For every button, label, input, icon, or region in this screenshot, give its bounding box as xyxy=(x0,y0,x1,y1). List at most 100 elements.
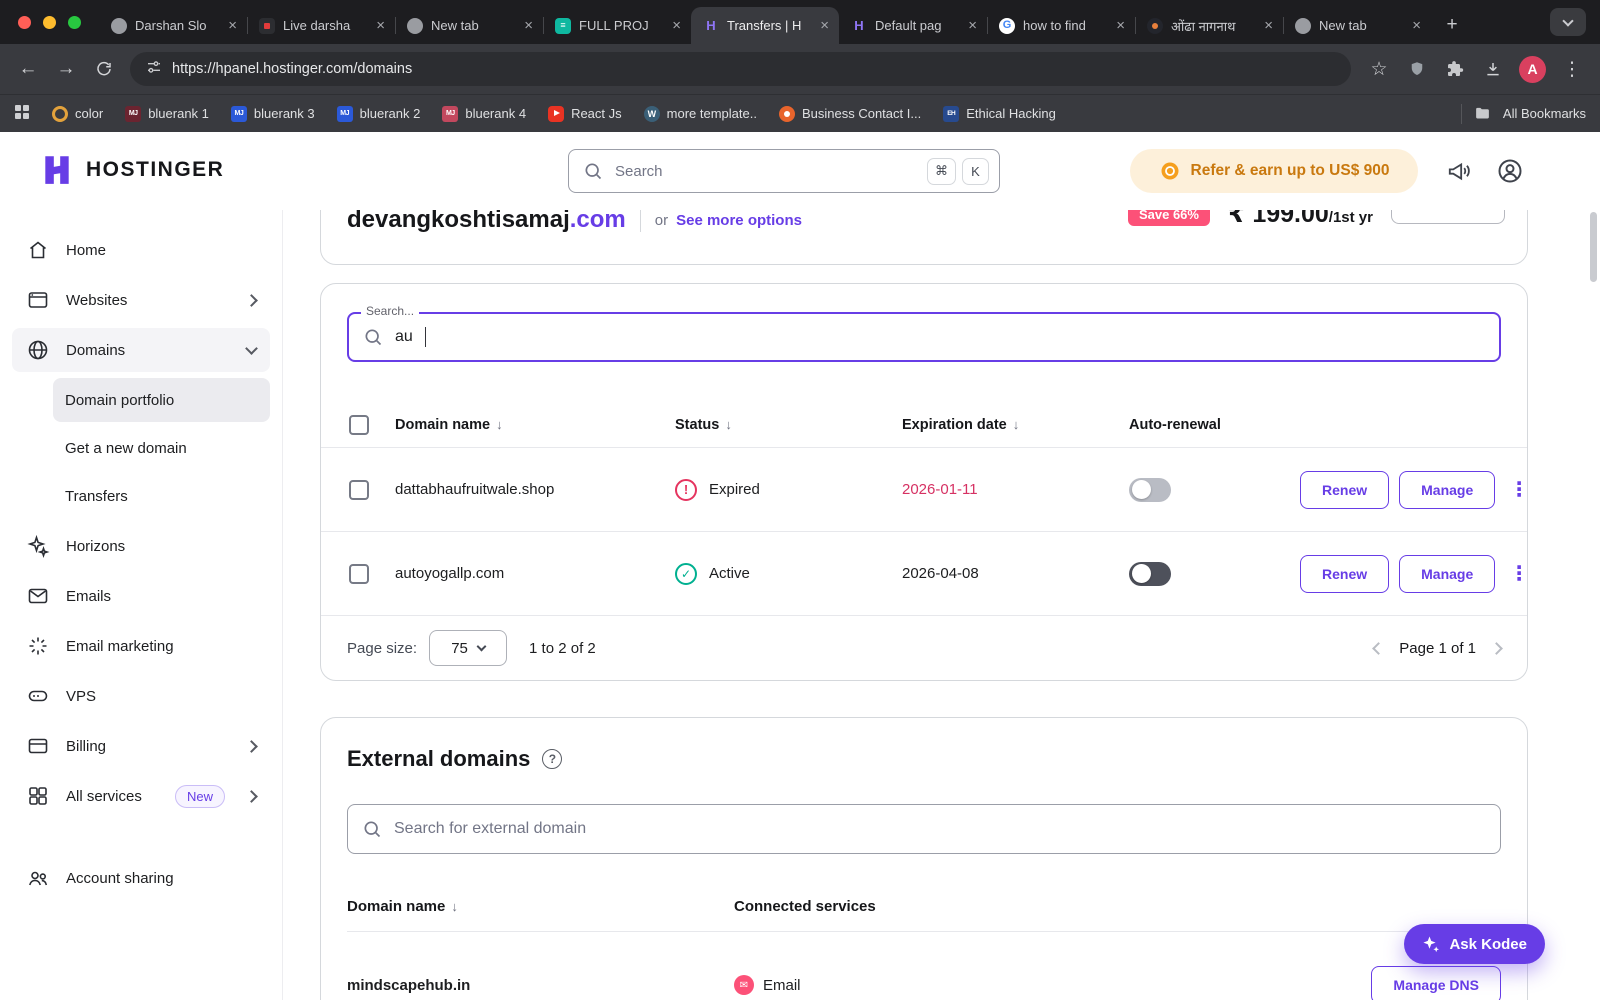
sidebar-item-horizons[interactable]: Horizons xyxy=(12,524,270,568)
screen: Darshan Slo × Live darsha × New tab × ≡ … xyxy=(0,0,1600,1000)
bookmark-business-contact[interactable]: Business Contact I... xyxy=(779,106,921,122)
tab-default-page[interactable]: H Default pag × xyxy=(839,7,987,44)
ask-kodee-label: Ask Kodee xyxy=(1449,936,1527,953)
tab-search-button[interactable] xyxy=(1550,8,1586,36)
back-button[interactable]: ← xyxy=(10,51,46,87)
page-size-select[interactable]: 75 xyxy=(429,630,507,666)
auto-renewal-toggle[interactable] xyxy=(1129,478,1171,502)
bookmark-ethical-hacking[interactable]: EH Ethical Hacking xyxy=(943,106,1056,122)
bookmark-bluerank-4[interactable]: MJ bluerank 4 xyxy=(442,106,526,122)
select-all-checkbox[interactable] xyxy=(349,415,369,435)
tab-close-icon[interactable]: × xyxy=(1262,17,1275,34)
hostinger-logo[interactable]: HOSTINGER xyxy=(40,153,224,187)
browser-menu-icon[interactable]: ⋮ xyxy=(1554,51,1590,87)
bookmark-react-js[interactable]: React Js xyxy=(548,106,622,122)
ask-kodee-button[interactable]: Ask Kodee xyxy=(1404,924,1545,964)
tab-title: Live darsha xyxy=(283,18,366,33)
tab-close-icon[interactable]: × xyxy=(1410,17,1423,34)
manage-dns-button[interactable]: Manage DNS xyxy=(1371,966,1501,1000)
tab-live-darshan[interactable]: Live darsha × xyxy=(247,7,395,44)
tab-close-icon[interactable]: × xyxy=(1114,17,1127,34)
tab-close-icon[interactable]: × xyxy=(670,17,683,34)
forward-button[interactable]: → xyxy=(48,51,84,87)
chevron-down-icon xyxy=(245,342,258,355)
tab-close-icon[interactable]: × xyxy=(818,17,831,34)
renew-button[interactable]: Renew xyxy=(1300,471,1389,509)
sidebar-item-label: Get a new domain xyxy=(65,440,187,457)
window-minimize-button[interactable] xyxy=(43,16,56,29)
tab-close-icon[interactable]: × xyxy=(522,17,535,34)
shield-extension-icon[interactable] xyxy=(1399,51,1435,87)
bookmark-bluerank-1[interactable]: MJ bluerank 1 xyxy=(125,106,209,122)
tab-new-tab-2[interactable]: New tab × xyxy=(1283,7,1431,44)
bookmark-star-icon[interactable]: ☆ xyxy=(1361,51,1397,87)
next-page-icon[interactable] xyxy=(1490,642,1503,655)
email-service-icon: ✉ xyxy=(734,975,754,995)
manage-button[interactable]: Manage xyxy=(1399,555,1495,593)
sidebar-item-vps[interactable]: VPS xyxy=(12,674,270,718)
sidebar-item-emails[interactable]: Emails xyxy=(12,574,270,618)
sidebar-item-websites[interactable]: Websites xyxy=(12,278,270,322)
column-status[interactable]: Status↓ xyxy=(675,417,902,433)
address-bar[interactable]: https://hpanel.hostinger.com/domains xyxy=(130,52,1351,86)
sidebar-item-all-services[interactable]: All services New xyxy=(12,774,270,818)
row-checkbox[interactable] xyxy=(349,564,369,584)
tab-ondha-nagnath[interactable]: ओंढा नागनाथ × xyxy=(1135,7,1283,44)
all-bookmarks[interactable]: All Bookmarks xyxy=(1461,104,1586,124)
sidebar-item-domains[interactable]: Domains xyxy=(12,328,270,372)
sidebar-item-billing[interactable]: Billing xyxy=(12,724,270,768)
refer-earn-button[interactable]: Refer & earn up to US$ 900 xyxy=(1130,149,1418,193)
kebab-menu-icon[interactable]: ⋮ xyxy=(1505,477,1533,502)
promo-cta-button[interactable] xyxy=(1391,210,1505,224)
tab-close-icon[interactable]: × xyxy=(966,17,979,34)
tab-close-icon[interactable]: × xyxy=(374,17,387,34)
see-more-options-link[interactable]: See more options xyxy=(676,212,802,229)
tab-transfers-active[interactable]: H Transfers | H × xyxy=(691,7,839,44)
bookmark-bluerank-3[interactable]: MJ bluerank 3 xyxy=(231,106,315,122)
external-domain-search[interactable] xyxy=(347,804,1501,854)
tab-new-tab-1[interactable]: New tab × xyxy=(395,7,543,44)
sidebar-item-domain-portfolio[interactable]: Domain portfolio xyxy=(53,378,270,422)
tab-darshan[interactable]: Darshan Slo × xyxy=(99,7,247,44)
sidebar-item-transfers[interactable]: Transfers xyxy=(53,474,270,518)
reload-button[interactable] xyxy=(86,51,122,87)
bookmark-more-templates[interactable]: W more template.. xyxy=(644,106,757,122)
sidebar-item-home[interactable]: Home xyxy=(12,228,270,272)
account-menu-icon[interactable] xyxy=(1496,157,1524,190)
sort-icon: ↓ xyxy=(725,417,732,432)
column-domain-name[interactable]: Domain name↓ xyxy=(347,898,734,915)
help-icon[interactable]: ? xyxy=(542,749,562,769)
global-search[interactable]: Search ⌘ K xyxy=(568,149,1000,193)
auto-renewal-toggle[interactable] xyxy=(1129,562,1171,586)
apps-grid-icon[interactable] xyxy=(14,104,30,123)
kebab-menu-icon[interactable]: ⋮ xyxy=(1505,561,1533,586)
kodee-spark-icon xyxy=(1422,935,1440,953)
downloads-icon[interactable] xyxy=(1475,51,1511,87)
domain-search-input[interactable]: au xyxy=(347,312,1501,362)
sidebar-item-label: Domain portfolio xyxy=(65,392,174,409)
new-tab-button[interactable]: + xyxy=(1437,10,1467,40)
column-domain-name[interactable]: Domain name↓ xyxy=(395,417,675,433)
renew-button[interactable]: Renew xyxy=(1300,555,1389,593)
manage-button[interactable]: Manage xyxy=(1399,471,1495,509)
page-scrollbar-thumb[interactable] xyxy=(1590,212,1597,282)
tab-how-to-find[interactable]: G how to find × xyxy=(987,7,1135,44)
tab-full-proj[interactable]: ≡ FULL PROJ × xyxy=(543,7,691,44)
bookmark-color[interactable]: color xyxy=(52,106,103,122)
tab-close-icon[interactable]: × xyxy=(226,17,239,34)
profile-avatar[interactable]: A xyxy=(1519,56,1546,83)
sidebar-item-account-sharing[interactable]: Account sharing xyxy=(12,856,270,900)
sidebar-item-email-marketing[interactable]: Email marketing xyxy=(12,624,270,668)
bookmark-bluerank-2[interactable]: MJ bluerank 2 xyxy=(337,106,421,122)
column-expiration-date[interactable]: Expiration date↓ xyxy=(902,417,1129,433)
window-zoom-button[interactable] xyxy=(68,16,81,29)
bookmark-label: more template.. xyxy=(667,106,757,121)
external-search-input[interactable] xyxy=(394,820,1486,838)
extensions-puzzle-icon[interactable] xyxy=(1437,51,1473,87)
announcements-megaphone-icon[interactable] xyxy=(1446,158,1472,189)
row-checkbox[interactable] xyxy=(349,480,369,500)
window-close-button[interactable] xyxy=(18,16,31,29)
previous-page-icon[interactable] xyxy=(1372,642,1385,655)
site-settings-icon[interactable] xyxy=(146,59,162,80)
sidebar-item-get-new-domain[interactable]: Get a new domain xyxy=(53,426,270,470)
